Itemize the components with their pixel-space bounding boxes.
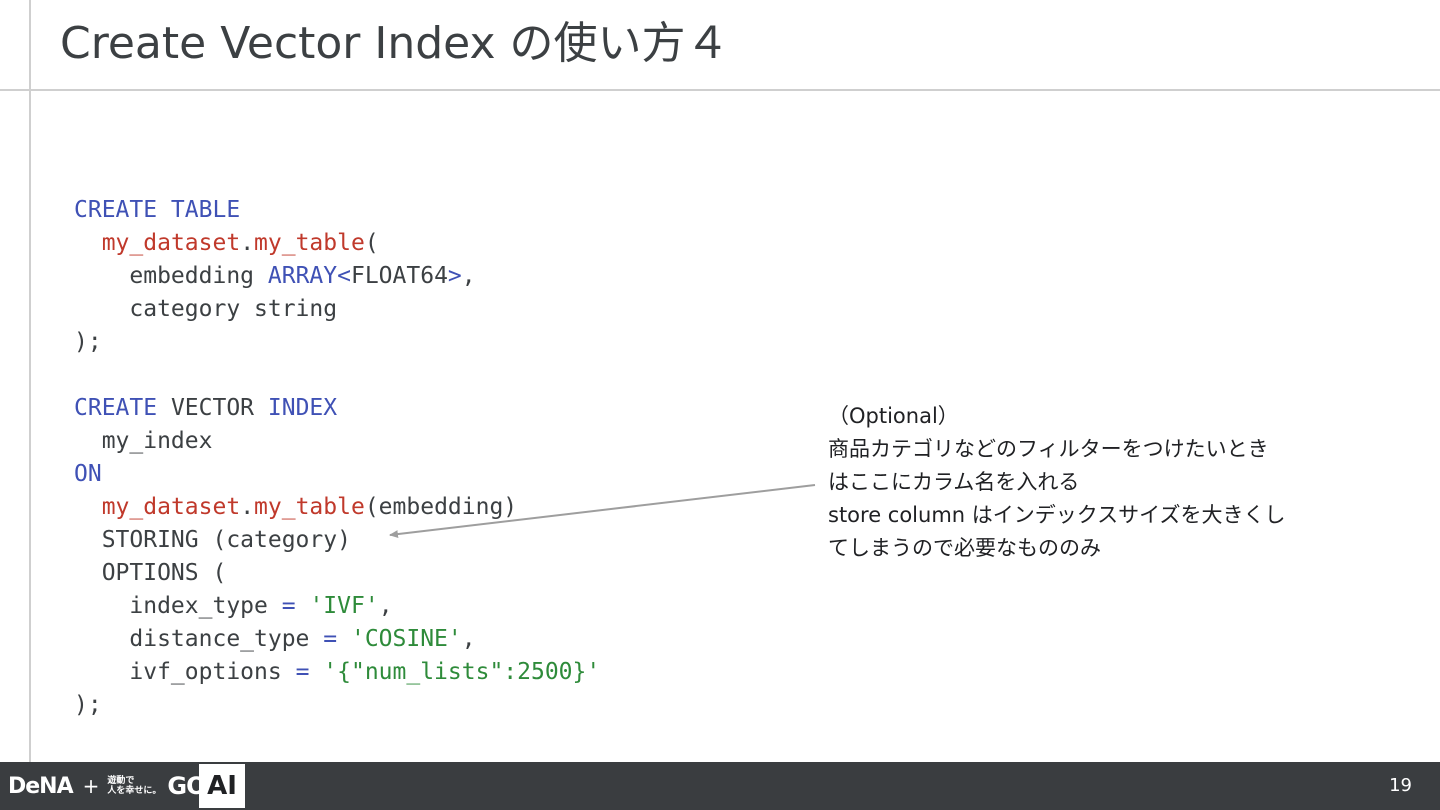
code-line: OPTIONS ( bbox=[74, 557, 600, 590]
code-token: = bbox=[295, 659, 310, 685]
code-token: STORING (category) bbox=[74, 527, 351, 553]
code-line: ON bbox=[74, 458, 600, 491]
footer-bar: DeNA + 遊動で 人を幸せに。 GO AI 19 bbox=[0, 762, 1440, 810]
note-line: store column はインデックスサイズを大きくし bbox=[828, 503, 1286, 527]
code-token: CREATE bbox=[74, 395, 158, 421]
slide-title: Create Vector Index の使い方４ bbox=[60, 18, 730, 69]
code-line: my_dataset.my_table(embedding) bbox=[74, 491, 600, 524]
code-token: category string bbox=[74, 296, 338, 322]
code-token: CREATE TABLE bbox=[74, 197, 241, 223]
code-token: ); bbox=[74, 692, 102, 718]
code-token: my_dataset bbox=[101, 494, 241, 520]
code-line: ); bbox=[74, 326, 600, 359]
code-token: > bbox=[447, 263, 462, 289]
code-token: '{"num_lists":2500}' bbox=[323, 659, 601, 685]
note-line: はここにカラム名を入れる bbox=[828, 470, 1080, 494]
code-token: , bbox=[378, 593, 393, 619]
code-token: , bbox=[461, 626, 476, 652]
code-token: . bbox=[240, 230, 255, 256]
code-token: VECTOR bbox=[157, 395, 268, 421]
code-token: ON bbox=[74, 461, 102, 487]
note-line: （Optional） bbox=[828, 404, 959, 428]
code-line: my_index bbox=[74, 425, 600, 458]
code-token: , bbox=[461, 263, 476, 289]
partner-logo-text: 遊動で 人を幸せに。 bbox=[107, 776, 161, 796]
code-block: CREATE TABLE my_dataset.my_table( embedd… bbox=[74, 194, 600, 722]
code-token: 'COSINE' bbox=[350, 626, 462, 652]
code-line: CREATE TABLE bbox=[74, 194, 600, 227]
code-line: CREATE VECTOR INDEX bbox=[74, 392, 600, 425]
annotation-note: （Optional） 商品カテゴリなどのフィルターをつけたいとき はここにカラム名を… bbox=[828, 400, 1286, 565]
code-token: OPTIONS ( bbox=[74, 560, 227, 586]
code-token: = bbox=[323, 626, 338, 652]
code-line: my_dataset.my_table( bbox=[74, 227, 600, 260]
code-line: ); bbox=[74, 689, 600, 722]
code-token: FLOAT64 bbox=[350, 263, 448, 289]
plus-sign: + bbox=[82, 774, 100, 798]
code-token: ivf_options bbox=[74, 659, 296, 685]
code-token: = bbox=[281, 593, 296, 619]
note-line: てしまうので必要なもののみ bbox=[828, 536, 1101, 560]
note-line: 商品カテゴリなどのフィルターをつけたいとき bbox=[828, 437, 1269, 461]
code-line: index_type = 'IVF', bbox=[74, 590, 600, 623]
code-token: ( bbox=[364, 230, 379, 256]
partner-line-2: 人を幸せに。 bbox=[107, 786, 162, 796]
code-token: index_type bbox=[74, 593, 282, 619]
vertical-divider bbox=[29, 0, 31, 762]
code-line: distance_type = 'COSINE', bbox=[74, 623, 600, 656]
code-line: embedding ARRAY<FLOAT64>, bbox=[74, 260, 600, 293]
code-token: embedding bbox=[74, 263, 268, 289]
partner-line-1: 遊動で bbox=[107, 776, 135, 786]
dena-logo: DeNA bbox=[8, 773, 74, 799]
ai-badge: AI bbox=[199, 764, 245, 808]
code-line: category string bbox=[74, 293, 600, 326]
slide: Create Vector Index の使い方４ CREATE TABLE m… bbox=[0, 0, 1440, 810]
code-token: my_table bbox=[254, 230, 365, 256]
title-underline bbox=[0, 89, 1440, 91]
page-number: 19 bbox=[1389, 775, 1412, 796]
code-line: ivf_options = '{"num_lists":2500}' bbox=[74, 656, 600, 689]
footer-logo: DeNA + 遊動で 人を幸せに。 GO bbox=[8, 768, 207, 804]
code-token: 'IVF' bbox=[309, 593, 379, 619]
code-token: INDEX bbox=[267, 395, 338, 421]
code-token: distance_type bbox=[74, 626, 324, 652]
code-token: ARRAY bbox=[267, 263, 338, 289]
code-token: my_index bbox=[74, 428, 213, 454]
code-token: my_dataset bbox=[101, 230, 241, 256]
code-line: STORING (category) bbox=[74, 524, 600, 557]
code-token: . bbox=[240, 494, 255, 520]
code-token: my_table bbox=[254, 494, 365, 520]
code-token: (embedding) bbox=[364, 494, 518, 520]
code-token: < bbox=[337, 263, 351, 289]
code-token: ); bbox=[74, 329, 102, 355]
